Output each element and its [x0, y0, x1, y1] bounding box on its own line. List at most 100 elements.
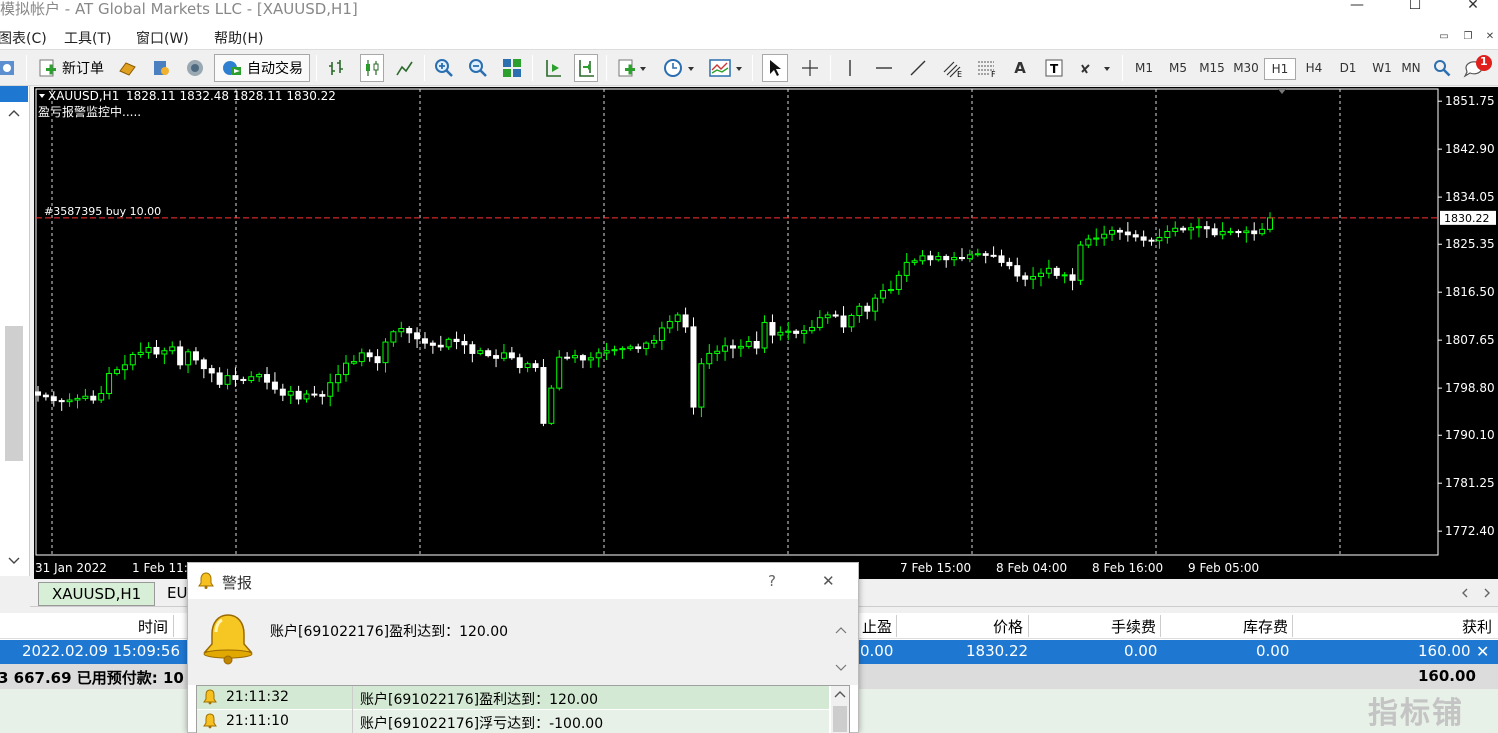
scroll-up-icon[interactable]: [8, 108, 20, 118]
timeframe-w1[interactable]: W1: [1366, 58, 1398, 80]
tab-xauusd-h1[interactable]: XAUUSD,H1: [38, 582, 156, 606]
equidistant-channel-icon[interactable]: E: [940, 54, 966, 82]
timeframe-h4[interactable]: H4: [1298, 58, 1330, 80]
minimize-button[interactable]: —: [1334, 0, 1380, 24]
scroll-down-icon[interactable]: [8, 556, 20, 566]
indicators-dropdown[interactable]: [614, 54, 650, 82]
close-window-button[interactable]: ✕: [1450, 0, 1496, 24]
row-swap: 0.00: [1256, 642, 1290, 660]
candle-body: [1022, 275, 1029, 280]
candle-body: [169, 346, 176, 352]
alert-text: 账户[691022176]浮亏达到：-100.00: [360, 716, 604, 732]
bell-icon: [203, 713, 217, 729]
alert-close-button[interactable]: ✕: [822, 572, 835, 590]
zoom-in-icon[interactable]: [432, 54, 456, 82]
candle-body: [303, 393, 310, 400]
candle-body: [311, 393, 318, 396]
trendline-icon[interactable]: [906, 54, 930, 82]
alert-bell-icon: [198, 572, 214, 589]
candle-body: [674, 314, 681, 322]
price-chart[interactable]: 1851.75 1842.90 1834.05 1825.35 1816.50 1807.…: [34, 87, 1498, 579]
timeframe-m1[interactable]: M1: [1128, 58, 1160, 80]
order-label: #3587395 buy 10.00: [44, 205, 161, 218]
list-scroll-up-icon[interactable]: [834, 690, 846, 698]
chart-status: 盈亏报警监控中.....: [38, 104, 141, 119]
text-label-icon[interactable]: T: [1042, 54, 1066, 82]
chart-canvas[interactable]: 1851.75 1842.90 1834.05 1825.35 1816.50 1807.…: [34, 87, 1498, 579]
col-swap[interactable]: 库存费: [1243, 616, 1288, 637]
price-tick-label: 1825.35: [1445, 237, 1495, 251]
col-profit[interactable]: 获利: [1462, 616, 1492, 637]
line-chart-icon[interactable]: [394, 54, 416, 82]
candle-body: [1069, 274, 1076, 281]
candle-body: [58, 400, 65, 403]
timeframe-m15[interactable]: M15: [1196, 58, 1228, 80]
horizontal-line-icon[interactable]: [872, 54, 896, 82]
timeframe-mn[interactable]: MN: [1400, 58, 1422, 80]
candle-body: [966, 254, 973, 260]
alert-list-scrollbar[interactable]: [831, 686, 849, 733]
watermark: 指标铺: [1368, 696, 1464, 731]
timeframe-d1[interactable]: D1: [1332, 58, 1364, 80]
col-commission[interactable]: 手续费: [1111, 616, 1156, 637]
chart-shift-icon[interactable]: [574, 54, 598, 82]
candle-body: [848, 314, 855, 328]
mdi-minimize-icon[interactable]: ▭: [1436, 30, 1452, 44]
autoscroll-icon[interactable]: [542, 54, 564, 82]
new-order-icon: [39, 59, 56, 77]
clock-icon: [664, 59, 694, 77]
col-time[interactable]: 时间: [138, 616, 168, 637]
candle-chart-icon[interactable]: [360, 54, 384, 82]
col-price[interactable]: 价格: [993, 616, 1023, 637]
candle-body: [1085, 238, 1092, 246]
candle-body: [895, 274, 902, 290]
candle-body: [42, 394, 49, 398]
templates-dropdown[interactable]: [706, 54, 746, 82]
tabs-scroll-right-icon[interactable]: [1482, 588, 1492, 598]
arrows-dropdown[interactable]: [1076, 54, 1114, 82]
menu-chart[interactable]: 图表(C): [0, 28, 47, 48]
fibonacci-icon[interactable]: F: [974, 54, 1000, 82]
candle-body: [161, 350, 168, 355]
text-icon[interactable]: A: [1008, 54, 1032, 82]
zoom-out-icon[interactable]: [466, 54, 490, 82]
mdi-restore-icon[interactable]: ❐: [1460, 30, 1476, 44]
price-tick-label: 1816.50: [1445, 285, 1495, 299]
list-item[interactable]: 21:11:10 账户[691022176]浮亏达到：-100.00: [197, 710, 829, 733]
close-order-icon[interactable]: ✕: [1476, 642, 1489, 661]
timeframe-m30[interactable]: M30: [1230, 58, 1262, 80]
signals-icon[interactable]: [184, 54, 206, 82]
tabs-scroll-left-icon[interactable]: [1460, 588, 1470, 598]
crosshair-icon[interactable]: [798, 54, 822, 82]
left-panel-scrollbar[interactable]: [5, 326, 23, 461]
menu-help[interactable]: 帮助(H): [214, 28, 263, 48]
profiles-icon[interactable]: [0, 54, 16, 82]
vertical-line-icon[interactable]: [838, 54, 862, 82]
auto-trading-button[interactable]: 自动交易: [214, 54, 310, 82]
cursor-icon[interactable]: [762, 54, 788, 82]
price-tick-label: 1842.90: [1445, 142, 1495, 156]
candle-body: [564, 356, 571, 359]
candle-body: [248, 376, 255, 382]
col-tp[interactable]: 止盈: [862, 616, 892, 637]
bar-chart-icon[interactable]: [326, 54, 348, 82]
periods-dropdown[interactable]: [660, 54, 698, 82]
menu-tools[interactable]: 工具(T): [64, 28, 111, 48]
gold-bar-icon[interactable]: [116, 54, 138, 82]
tile-windows-icon[interactable]: [500, 54, 524, 82]
candle-body: [429, 342, 436, 346]
time-label: 8 Feb 16:00: [1092, 561, 1163, 575]
candle-body: [864, 305, 871, 312]
alert-message-scroll-icon[interactable]: [834, 623, 848, 677]
mdi-close-icon[interactable]: ✕: [1482, 30, 1498, 44]
menu-window[interactable]: 窗口(W): [136, 28, 189, 48]
alert-help-button[interactable]: ?: [768, 572, 776, 590]
notifications-button[interactable]: 1: [1462, 54, 1496, 82]
timeframe-m5[interactable]: M5: [1162, 58, 1194, 80]
market-watch-icon[interactable]: [150, 54, 172, 82]
maximize-button[interactable]: ☐: [1392, 0, 1438, 24]
search-icon[interactable]: [1430, 54, 1454, 82]
list-item[interactable]: 21:11:32 账户[691022176]盈利达到：120.00: [197, 686, 829, 709]
new-order-button[interactable]: 新订单: [34, 54, 108, 82]
timeframe-h1[interactable]: H1: [1264, 58, 1296, 80]
